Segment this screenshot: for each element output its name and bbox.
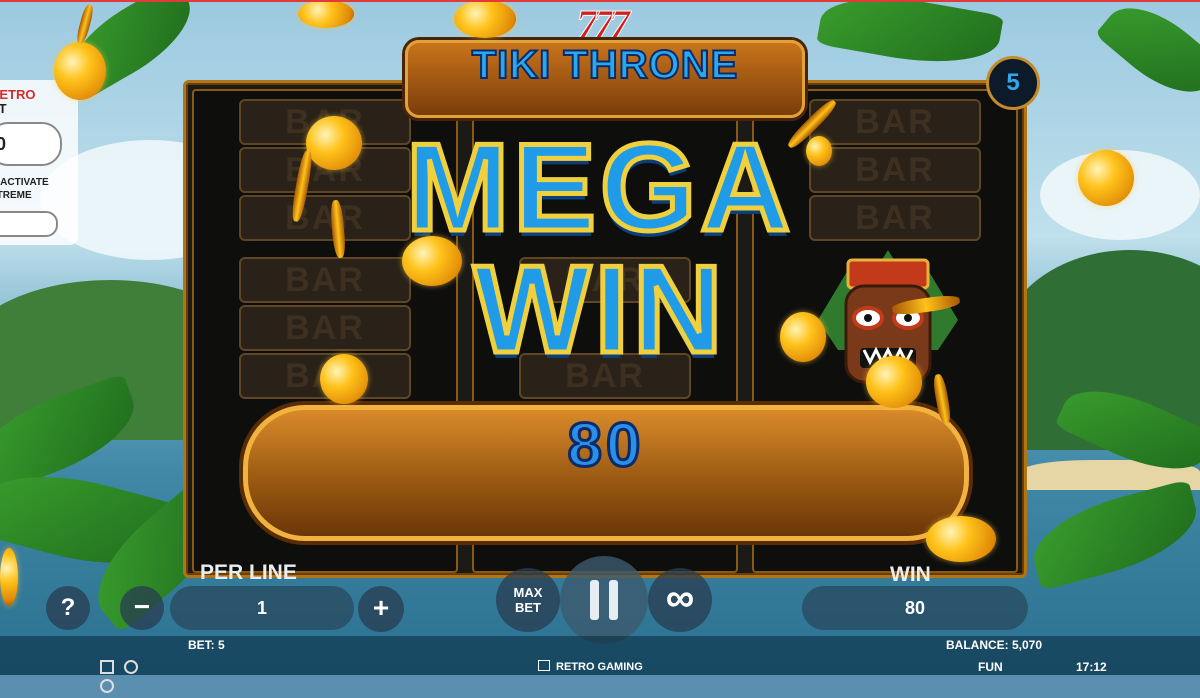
brand-footer: RETRO GAMING bbox=[538, 660, 643, 673]
palm-leaf bbox=[816, 0, 1004, 76]
bet-status: BET: 5 bbox=[188, 638, 225, 652]
side-bet-value[interactable]: 0 bbox=[0, 122, 62, 166]
coin-icon bbox=[1078, 150, 1134, 206]
lines-count-badge: 5 bbox=[986, 56, 1040, 110]
help-button[interactable]: ? bbox=[46, 586, 90, 630]
activate-line2: XTREME bbox=[0, 190, 32, 201]
top-accent-line bbox=[0, 0, 1200, 2]
bar-symbol: BAR bbox=[239, 257, 411, 303]
spin-pause-button[interactable] bbox=[560, 556, 648, 644]
title-plaque: TIKI THRONE bbox=[405, 40, 805, 118]
max-bet-line2: BET bbox=[515, 600, 541, 615]
sound-icon[interactable] bbox=[124, 660, 139, 674]
activate-extreme-text: O ACTIVATE XTREME bbox=[0, 176, 64, 202]
activate-line1: O ACTIVATE bbox=[0, 177, 49, 188]
coin-icon bbox=[454, 0, 516, 38]
autoplay-button[interactable]: ∞ bbox=[648, 568, 712, 632]
max-bet-button[interactable]: MAX BET bbox=[496, 568, 560, 632]
coin-icon bbox=[306, 116, 362, 170]
coin-icon bbox=[54, 42, 106, 100]
decrease-bet-button[interactable]: − bbox=[120, 586, 164, 630]
home-icon[interactable] bbox=[100, 660, 114, 674]
extreme-toggle[interactable] bbox=[0, 211, 58, 237]
side-brand-label: RETRO bbox=[0, 87, 36, 102]
status-bar: BET: 5 BALANCE: 5,070 RETRO GAMING FUN 1… bbox=[0, 636, 1200, 693]
per-line-label: PER LINE bbox=[200, 561, 297, 584]
win-amount-bar: 80 bbox=[243, 405, 969, 541]
coin-icon bbox=[402, 236, 462, 286]
balance-status: BALANCE: 5,070 bbox=[946, 638, 1043, 652]
coin-icon bbox=[866, 356, 922, 408]
per-line-value: 1 bbox=[170, 586, 354, 630]
footer-icons bbox=[100, 660, 160, 693]
coin-icon bbox=[0, 548, 18, 606]
increase-bet-button[interactable]: + bbox=[358, 586, 404, 632]
bar-symbol: BAR bbox=[239, 305, 411, 351]
coin-icon bbox=[926, 516, 996, 562]
coin-icon bbox=[320, 354, 368, 404]
clock: 17:12 bbox=[1076, 660, 1107, 674]
side-panel: RETRO ET 0 O ACTIVATE XTREME bbox=[0, 80, 78, 245]
win-amount: 80 bbox=[566, 410, 645, 482]
coin-icon bbox=[298, 0, 354, 28]
coin-icon bbox=[780, 312, 826, 362]
win-value: 80 bbox=[802, 586, 1028, 630]
max-bet-line1: MAX bbox=[513, 585, 543, 600]
brand-logo-icon bbox=[538, 660, 550, 671]
brand-name: RETRO GAMING bbox=[556, 661, 643, 673]
game-title: TIKI THRONE bbox=[471, 42, 739, 88]
palm-leaf bbox=[1094, 0, 1200, 112]
palm-leaf bbox=[1023, 479, 1200, 591]
mode-status: FUN bbox=[978, 660, 1003, 674]
side-bet-label: ET bbox=[0, 101, 7, 116]
settings-icon[interactable] bbox=[100, 679, 114, 693]
coin-icon bbox=[806, 136, 832, 166]
pause-icon bbox=[590, 580, 618, 620]
